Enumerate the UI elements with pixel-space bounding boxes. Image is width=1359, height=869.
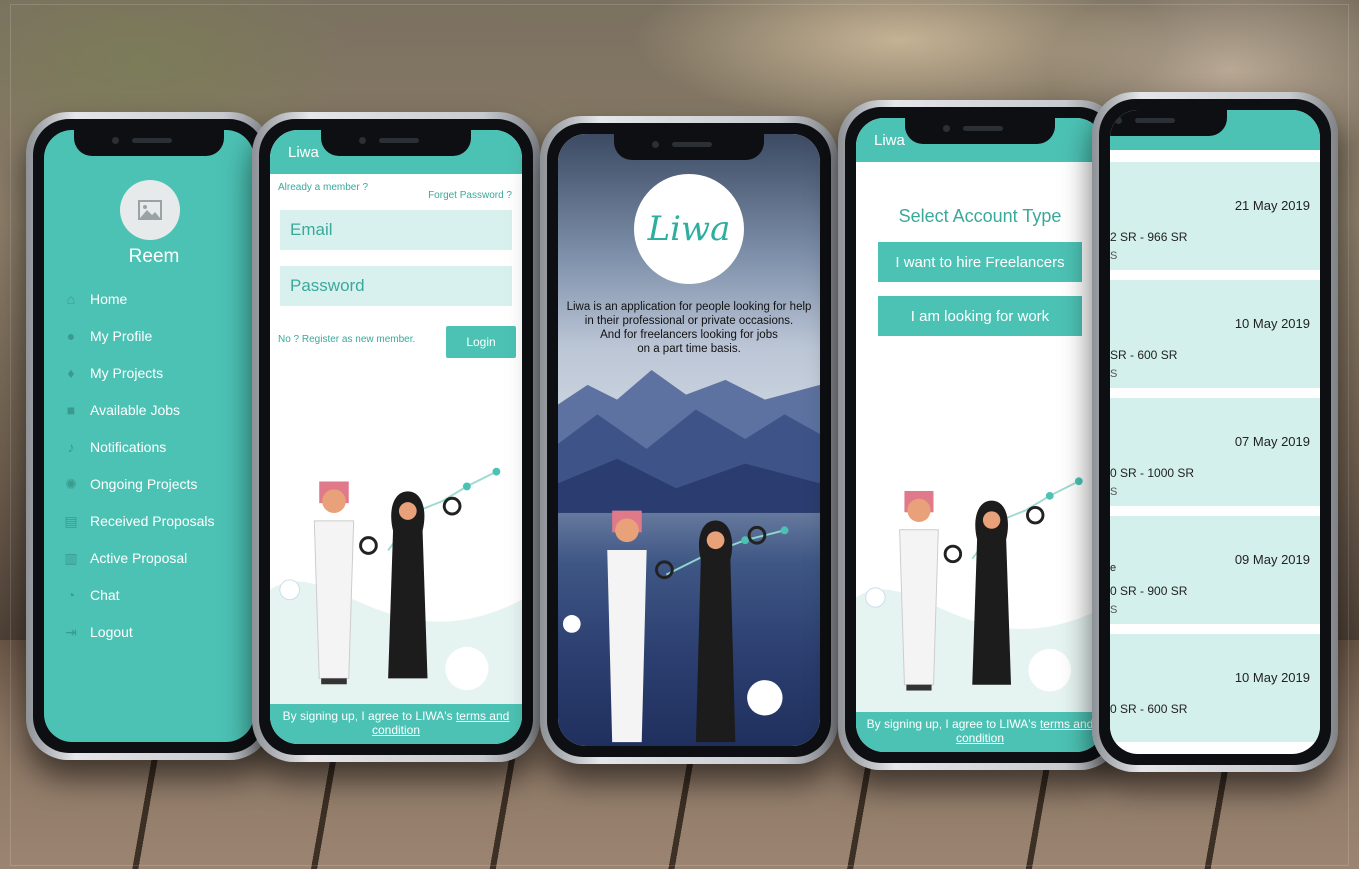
image-placeholder-icon	[138, 200, 162, 220]
people-illustration	[270, 467, 522, 718]
tagline-line: on a part time basis.	[637, 343, 741, 355]
briefcase-icon: ■	[66, 401, 76, 418]
menu-item-label: Ongoing Projects	[90, 475, 198, 492]
splash-screen: Liwa Liwa is an application for people l…	[558, 134, 820, 746]
phone-bezel: Reem ⌂ Home ● My Profile ♦ My Projects ■ Availa…	[33, 119, 265, 753]
idea-icon: ✺	[65, 475, 77, 492]
project-price-range: 0 SR - 600 SR	[1110, 702, 1188, 716]
menu-item-label: My Profile	[90, 327, 153, 344]
home-icon: ⌂	[66, 290, 76, 307]
project-date: 21 May 2019	[1234, 198, 1310, 213]
menu-item-label: Available Jobs	[90, 401, 181, 418]
project-title-fragment: e	[1110, 562, 1117, 574]
menu-item-label: Chat	[90, 586, 120, 603]
project-card[interactable]: 09 May 2019 0 SR - 900 SR Se	[1110, 516, 1320, 624]
footer-text: By signing up, I agree to LIWA's	[282, 709, 453, 723]
menu-item-label: Received Proposals	[90, 512, 215, 529]
phone-bezel: Liwa Select Account Type I want to hire …	[845, 107, 1115, 763]
tagline-line: Liwa is an application for people lookin…	[566, 301, 812, 313]
phone-menu: Reem ⌂ Home ● My Profile ♦ My Projects ■ Availa…	[26, 112, 272, 760]
people-illustration	[856, 477, 1104, 724]
project-price-range: 0 SR - 1000 SR	[1110, 466, 1195, 480]
menu-item-label: Home	[90, 290, 128, 307]
user-icon: ●	[66, 327, 76, 344]
menu-item-logout[interactable]: ⇥ Logout	[62, 613, 215, 650]
menu-item-available-jobs[interactable]: ■ Available Jobs	[62, 391, 215, 428]
menu-item-my-profile[interactable]: ● My Profile	[62, 317, 215, 354]
project-price-range: 2 SR - 966 SR	[1110, 230, 1188, 244]
menu-item-label: Notifications	[90, 438, 167, 455]
project-date: 10 May 2019	[1234, 316, 1310, 331]
phone-notch	[905, 118, 1055, 144]
nav-menu: ⌂ Home ● My Profile ♦ My Projects ■ Available J…	[62, 280, 215, 650]
project-status: S	[1110, 368, 1118, 380]
tagline-line: And for freelancers looking for jobs	[600, 329, 778, 341]
register-link[interactable]: No ? Register as new member.	[278, 334, 415, 345]
phone-notch	[74, 130, 224, 156]
bell-icon: ♪	[67, 438, 75, 455]
phone-notch	[321, 130, 471, 156]
chat-icon: ◔	[66, 586, 76, 603]
email-field[interactable]: Email	[280, 210, 512, 250]
project-price-range: 0 SR - 900 SR	[1110, 584, 1188, 598]
password-field[interactable]: Password	[280, 266, 512, 306]
mountains	[558, 370, 820, 513]
menu-screen: Reem ⌂ Home ● My Profile ♦ My Projects ■ Availa…	[44, 130, 254, 742]
menu-item-chat[interactable]: ◔ Chat	[62, 576, 215, 613]
phone-splash: Liwa Liwa is an application for people l…	[540, 116, 838, 764]
menu-item-notifications[interactable]: ♪ Notifications	[62, 428, 215, 465]
hire-freelancers-button[interactable]: I want to hire Freelancers	[878, 242, 1082, 282]
menu-item-ongoing-projects[interactable]: ✺ Ongoing Projects	[62, 465, 215, 502]
project-price-range: SR - 600 SR	[1110, 348, 1178, 362]
user-name: Reem	[128, 246, 180, 267]
project-date: 10 May 2019	[1234, 670, 1310, 685]
looking-for-work-button[interactable]: I am looking for work	[878, 296, 1082, 336]
projects-list-screen: 21 May 2019 2 SR - 966 SR S 10 May 2019 SR -…	[1110, 110, 1320, 754]
already-member-text: Already a member ?	[278, 182, 369, 193]
footer-text: By signing up, I agree to LIWA's	[866, 717, 1037, 731]
project-status: S	[1110, 486, 1118, 498]
menu-item-label: Logout	[90, 623, 133, 640]
project-card[interactable]: 21 May 2019 2 SR - 966 SR S	[1110, 162, 1320, 270]
menu-item-label: Active Proposal	[90, 549, 188, 566]
phone-bezel: Liwa Already a member ? Forget Password …	[259, 119, 533, 755]
project-status: S	[1110, 250, 1118, 262]
project-card[interactable]: 07 May 2019 0 SR - 1000 SR S	[1110, 398, 1320, 506]
bulb-icon: ♦	[67, 364, 75, 381]
phone-bezel: Liwa Liwa is an application for people l…	[547, 123, 831, 757]
phone-bezel: 21 May 2019 2 SR - 966 SR S 10 May 2019 SR -…	[1099, 99, 1331, 765]
login-screen: Liwa Already a member ? Forget Password …	[270, 130, 522, 744]
menu-item-my-projects[interactable]: ♦ My Projects	[62, 354, 215, 391]
menu-item-active-proposal[interactable]: ▥ Active Proposal	[62, 539, 215, 576]
phone-account-type: Liwa Select Account Type I want to hire …	[838, 100, 1122, 770]
project-date: 07 May 2019	[1234, 434, 1310, 449]
liwa-logo: Liwa	[634, 174, 744, 284]
login-button[interactable]: Login	[446, 326, 516, 358]
menu-item-home[interactable]: ⌂ Home	[62, 280, 215, 317]
account-type-screen: Liwa Select Account Type I want to hire …	[856, 118, 1104, 752]
menu-item-received-proposals[interactable]: ▤ Received Proposals	[62, 502, 215, 539]
app-title: Liwa	[288, 144, 319, 161]
app-title: Liwa	[874, 132, 905, 149]
phone-notch	[614, 134, 764, 160]
project-date: 09 May 2019	[1234, 552, 1310, 567]
signup-footer: By signing up, I agree to LIWA's terms a…	[270, 704, 522, 744]
project-card[interactable]: 10 May 2019 0 SR - 600 SR	[1110, 634, 1320, 742]
avatar[interactable]	[120, 180, 180, 240]
logout-icon: ⇥	[65, 623, 77, 640]
document-icon: ▤	[64, 512, 78, 529]
phone-notch	[1110, 110, 1227, 136]
project-card[interactable]: 10 May 2019 SR - 600 SR S	[1110, 280, 1320, 388]
tagline: Liwa is an application for people lookin…	[566, 300, 812, 356]
list-icon: ▥	[64, 549, 78, 566]
menu-item-label: My Projects	[90, 364, 164, 381]
account-type-title: Select Account Type	[898, 206, 1062, 226]
project-status: S	[1110, 604, 1118, 616]
tagline-line: in their professional or private occasio…	[584, 315, 794, 327]
phone-projects-list: 21 May 2019 2 SR - 966 SR S 10 May 2019 SR -…	[1092, 92, 1338, 772]
phone-login: Liwa Already a member ? Forget Password …	[252, 112, 540, 762]
signup-footer: By signing up, I agree to LIWA's terms a…	[856, 712, 1104, 752]
people-illustration	[562, 510, 789, 743]
forget-password-link[interactable]: Forget Password ?	[428, 190, 512, 201]
